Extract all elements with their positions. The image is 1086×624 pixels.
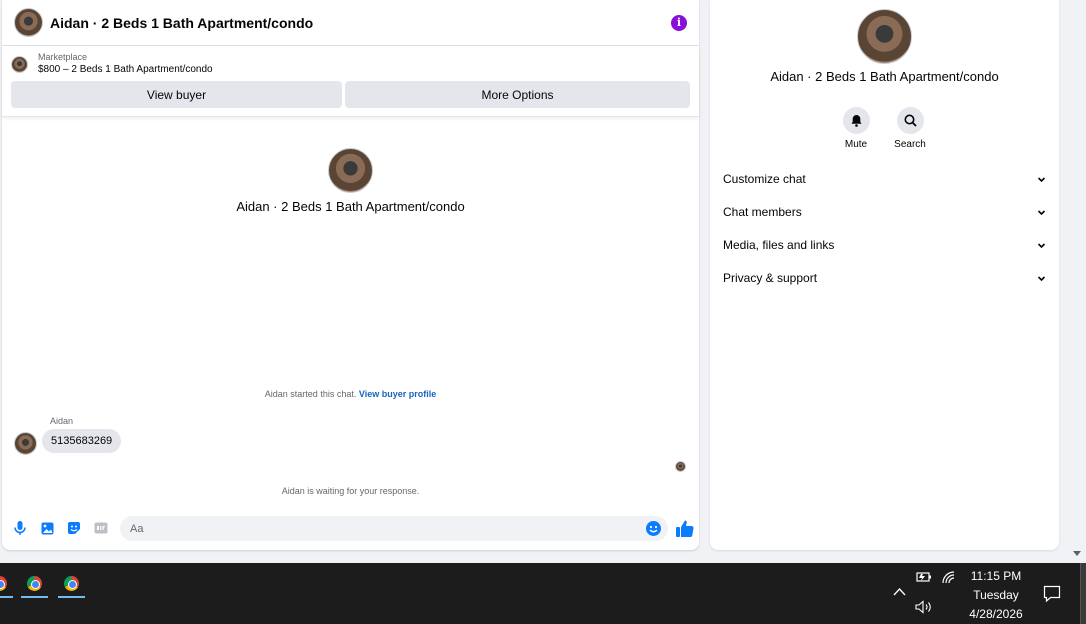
customize-chat-label: Customize chat (723, 172, 806, 186)
mute-label: Mute (844, 139, 868, 150)
sticker-icon[interactable] (67, 521, 81, 535)
customize-chat-item[interactable]: Customize chat (723, 168, 1046, 190)
sender-name: Aidan (50, 416, 74, 426)
composer (2, 514, 699, 542)
more-options-button[interactable]: More Options (345, 81, 690, 108)
details-name: Aidan · 2 Beds 1 Bath Apartment/condo (770, 69, 999, 84)
thumbs-up-icon[interactable] (676, 520, 694, 537)
taskbar-app-chrome-3[interactable] (56, 568, 87, 598)
chat-started-note: Aidan started this chat. View buyer prof… (2, 389, 699, 399)
info-icon[interactable]: i (671, 14, 687, 31)
clock-date: 4/28/2026 (969, 607, 1023, 621)
bell-icon[interactable] (842, 107, 870, 134)
photo-icon[interactable] (40, 521, 54, 535)
active-indicator (21, 596, 48, 598)
message-input[interactable] (120, 516, 668, 541)
chat-started-text: Aidan started this chat. (264, 389, 357, 399)
listing-title: $800 – 2 Beds 1 Bath Apartment/condo (38, 64, 213, 75)
chat-header: Aidan · 2 Beds 1 Bath Apartment/condo i (2, 0, 699, 46)
show-desktop-button[interactable] (1080, 563, 1086, 624)
chat-details-panel: Aidan · 2 Beds 1 Bath Apartment/condo Mu… (710, 0, 1059, 550)
taskbar-app-chrome-2[interactable] (19, 568, 50, 598)
show-hidden-icons-chevron-icon[interactable] (893, 587, 906, 596)
view-buyer-profile-link[interactable]: View buyer profile (359, 389, 436, 399)
chrome-icon (0, 575, 7, 591)
microphone-icon[interactable] (13, 521, 27, 535)
chrome-icon (27, 575, 42, 591)
chevron-down-icon (1037, 176, 1046, 182)
search-label: Search (894, 139, 926, 150)
chat-title[interactable]: Aidan · 2 Beds 1 Bath Apartment/condo (50, 15, 671, 31)
clock-time: 11:15 PM (970, 569, 1022, 583)
scroll-down-arrow-icon[interactable] (1072, 548, 1082, 558)
listing-buttons: View buyer More Options (11, 81, 690, 108)
mute-action[interactable]: Mute (834, 107, 878, 150)
gif-icon[interactable] (94, 521, 108, 535)
taskbar: 11:15 PM Tuesday 4/28/2026 (0, 563, 1086, 624)
privacy-support-label: Privacy & support (723, 271, 818, 285)
chrome-icon (64, 575, 79, 591)
listing-kicker: Marketplace (38, 52, 88, 62)
wifi-icon[interactable] (942, 571, 956, 584)
intro-avatar[interactable] (328, 148, 373, 193)
volume-icon[interactable] (915, 600, 933, 614)
read-receipt-avatar (675, 461, 686, 472)
view-buyer-button[interactable]: View buyer (11, 81, 342, 108)
listing-summary[interactable]: Marketplace $800 – 2 Beds 1 Bath Apartme… (11, 52, 690, 77)
media-files-links-label: Media, files and links (723, 238, 835, 252)
system-clock[interactable]: 11:15 PM Tuesday 4/28/2026 (963, 567, 1029, 624)
waiting-note: Aidan is waiting for your response. (281, 486, 420, 496)
privacy-support-item[interactable]: Privacy & support (723, 267, 1046, 289)
chevron-down-icon (1037, 242, 1046, 248)
details-avatar[interactable] (857, 9, 912, 64)
chat-members-label: Chat members (723, 205, 802, 219)
notification-center-icon[interactable] (1043, 585, 1061, 603)
chat-panel: Aidan · 2 Beds 1 Bath Apartment/condo i … (2, 0, 699, 550)
chat-members-item[interactable]: Chat members (723, 201, 1046, 223)
active-indicator (58, 596, 85, 598)
message-bubble[interactable]: 5135683269 (42, 429, 122, 453)
contact-avatar[interactable] (14, 8, 43, 37)
marketplace-listing: Marketplace $800 – 2 Beds 1 Bath Apartme… (2, 46, 699, 117)
intro-name: Aidan · 2 Beds 1 Bath Apartment/condo (236, 199, 465, 214)
battery-icon[interactable] (915, 570, 932, 583)
sender-avatar[interactable] (14, 432, 37, 455)
chevron-down-icon (1037, 209, 1046, 215)
clock-day: Tuesday (973, 588, 1019, 602)
taskbar-app-chrome-1[interactable] (0, 568, 15, 598)
search-icon[interactable] (896, 107, 924, 134)
active-indicator (0, 596, 13, 598)
chevron-down-icon (1037, 275, 1046, 281)
emoji-icon[interactable] (646, 521, 661, 536)
media-files-links-item[interactable]: Media, files and links (723, 234, 1046, 256)
listing-thumbnail (11, 56, 28, 73)
conversation-intro: Aidan · 2 Beds 1 Bath Apartment/condo (2, 148, 699, 214)
search-action[interactable]: Search (888, 107, 932, 150)
